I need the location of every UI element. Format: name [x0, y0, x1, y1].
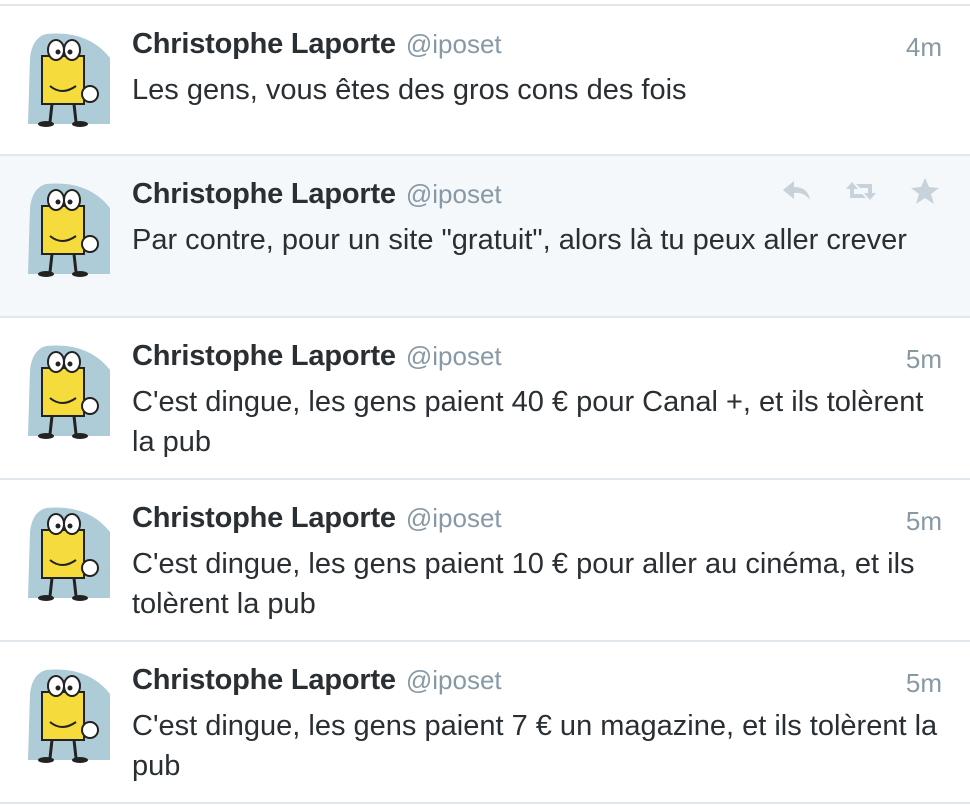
avatar[interactable] — [18, 28, 118, 128]
tweet-header: Christophe Laporte @iposet — [132, 28, 502, 68]
tweet-text: C'est dingue, les gens paient 10 € pour … — [132, 548, 915, 620]
tweet-header: Christophe Laporte @iposet — [132, 664, 502, 704]
tweet-text: Les gens, vous êtes des gros cons des fo… — [132, 74, 687, 106]
tweet-header: Christophe Laporte @iposet — [132, 340, 502, 380]
timestamp[interactable]: 5m — [906, 668, 942, 699]
author-handle[interactable]: @iposet — [406, 503, 502, 533]
author-name[interactable]: Christophe Laporte — [132, 340, 396, 372]
avatar[interactable] — [18, 340, 118, 440]
timestamp[interactable]: 5m — [906, 506, 942, 537]
tweet-text: C'est dingue, les gens paient 7 € un mag… — [132, 710, 938, 782]
tweet[interactable]: Christophe Laporte @iposet 5m C'est dingu… — [0, 640, 970, 804]
timestamp[interactable]: 4m — [906, 32, 942, 63]
author-handle[interactable]: @iposet — [406, 29, 502, 59]
author-name[interactable]: Christophe Laporte — [132, 664, 396, 696]
tweet-text: Par contre, pour un site "gratuit", alor… — [132, 224, 907, 256]
author-handle[interactable]: @iposet — [406, 665, 502, 695]
author-handle[interactable]: @iposet — [406, 179, 502, 209]
author-name[interactable]: Christophe Laporte — [132, 502, 396, 534]
favorite-icon[interactable] — [908, 176, 942, 206]
author-name[interactable]: Christophe Laporte — [132, 28, 396, 60]
tweet-timeline: Christophe Laporte @iposet 4m Les gens, v… — [0, 0, 970, 806]
avatar[interactable] — [18, 178, 118, 278]
tweet[interactable]: Christophe Laporte @iposet 4m Les gens, v… — [0, 4, 970, 156]
author-handle[interactable]: @iposet — [406, 341, 502, 371]
reply-icon[interactable] — [780, 176, 814, 206]
tweet-header: Christophe Laporte @iposet — [132, 178, 502, 218]
retweet-icon[interactable] — [844, 176, 878, 206]
avatar[interactable] — [18, 664, 118, 764]
author-name[interactable]: Christophe Laporte — [132, 178, 396, 210]
tweet[interactable]: Christophe Laporte @iposet Par contre, po… — [0, 154, 970, 318]
tweet-text: C'est dingue, les gens paient 40 € pour … — [132, 386, 924, 458]
tweet-header: Christophe Laporte @iposet — [132, 502, 502, 542]
tweet[interactable]: Christophe Laporte @iposet 5m C'est dingu… — [0, 316, 970, 480]
tweet-actions — [780, 176, 942, 206]
avatar[interactable] — [18, 502, 118, 602]
timestamp[interactable]: 5m — [906, 344, 942, 375]
tweet[interactable]: Christophe Laporte @iposet 5m C'est dingu… — [0, 478, 970, 642]
